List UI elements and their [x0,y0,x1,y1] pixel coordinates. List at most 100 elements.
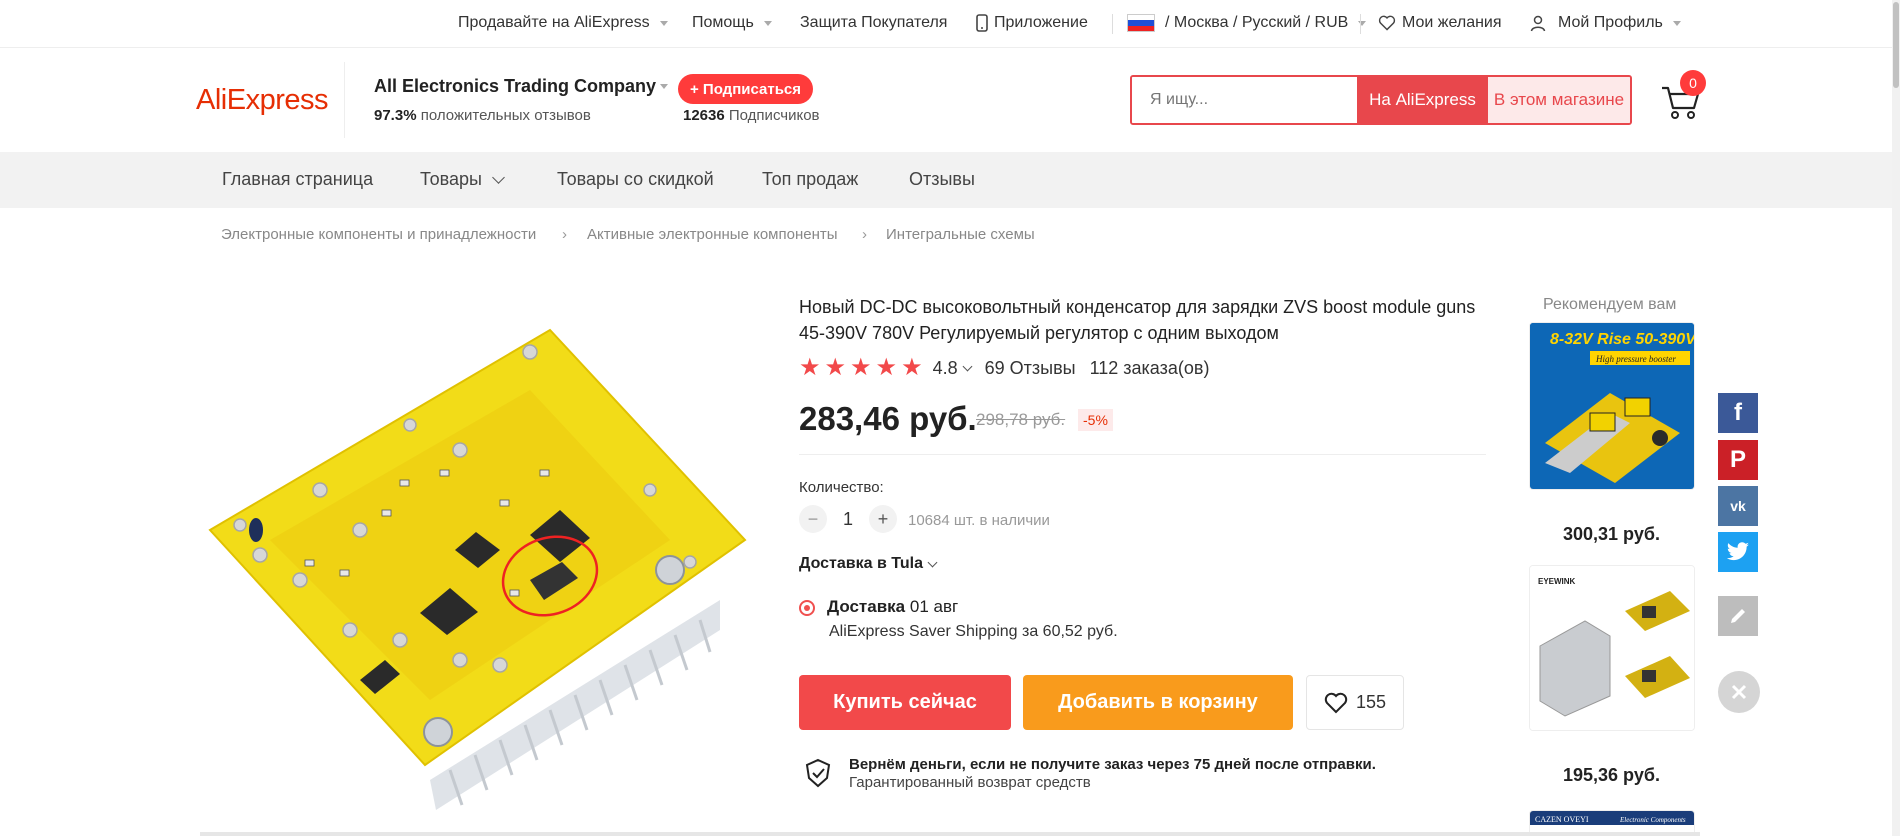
close-x-icon [1731,684,1747,700]
product-image[interactable] [200,300,750,820]
buy-now-button[interactable]: Купить сейчас [799,675,1011,730]
scrollbar[interactable] [1892,0,1900,836]
star-icon: ★ [875,354,898,381]
chevron-down-icon [660,84,669,89]
nav-reviews-label: Отзывы [909,169,975,189]
locale-label: / Москва / Русский / RUB [1165,14,1349,31]
profile-label: Мой Профиль [1558,14,1663,31]
quantity-decrease-button[interactable]: − [799,505,827,533]
star-icon: ★ [799,354,821,381]
quantity-increase-button[interactable]: + [869,505,897,533]
chevron-down-icon [927,557,938,567]
subscribers-label: Подписчиков [728,107,820,124]
recommend-title: Рекомендуем вам [1543,296,1677,313]
chevron-down-icon [492,171,505,184]
pinterest-icon[interactable]: P [1718,440,1758,480]
star-icon: ★ [824,354,847,381]
delivery-info: Доставка 01 авг [827,597,958,617]
nav-home[interactable]: Главная страница [222,169,373,190]
search-store-button[interactable]: В этом магазине [1488,77,1630,123]
scrollbar-thumb[interactable] [1893,2,1899,88]
phone-icon [976,14,988,32]
nav-reviews[interactable]: Отзывы [909,169,975,190]
wish-count: 155 [1355,692,1387,712]
star-icon: ★ [901,354,923,381]
chevron-right-icon: › [862,226,867,243]
close-icon[interactable] [1718,671,1760,713]
nav-discounts-label: Товары со скидкой [557,169,714,189]
add-to-cart-button[interactable]: Добавить в корзину [1023,675,1293,730]
divider [799,454,1486,455]
recommend-item[interactable]: EYEWINK [1529,565,1695,731]
buyer-protection-link[interactable]: Защита Покупателя [800,14,947,32]
heart-icon [1324,692,1348,713]
wishlist-link[interactable]: Мои желания [1378,14,1502,32]
subscribers-count: 12636 [683,107,725,124]
recommend-image-subtext: High pressure booster [1595,354,1676,364]
guarantee-subtext: Гарантированный возврат средств [849,774,1091,791]
nav-top-sales-label: Топ продаж [762,169,859,189]
cart-count-badge: 0 [1680,70,1706,96]
star-icon: ★ [850,354,872,381]
chevron-down-icon [763,20,772,26]
chevron-down-icon[interactable] [962,361,973,371]
orders-count: 112 заказа(ов) [1089,357,1210,378]
recommend-image-subtext: Electronic Components [1619,816,1686,824]
guarantee-text: Вернём деньги, если не получите заказ че… [849,756,1376,773]
breadcrumb-item[interactable]: Активные электронные компоненты [587,226,838,243]
product-title: Новый DC-DC высоковольтный конденсатор д… [799,297,1476,343]
recommend-item-image: 8-32V Rise 50-390V High pressure booster [1530,323,1695,489]
pencil-icon [1731,609,1745,623]
recommend-image-text: 8-32V Rise 50-390V [1550,331,1695,348]
store-rating: 97.3% положительных отзывов [374,107,591,124]
breadcrumb-item[interactable]: Электронные компоненты и принадлежности [221,226,536,243]
ship-to-selector[interactable]: Доставка в Tula [799,555,938,573]
help-label: Помощь [692,14,754,31]
rating-row: ★ ★ ★ ★ ★ 4.8 69 Отзывы 112 заказа(ов) [799,354,1209,382]
vk-icon[interactable]: vk [1718,486,1758,526]
subscribe-button[interactable]: + Подписаться [678,74,814,104]
nav-discounts[interactable]: Товары со скидкой [557,169,714,190]
recommend-item-image: EYEWINK [1530,566,1694,730]
divider [344,62,345,138]
rating-value[interactable]: 4.8 [933,358,958,379]
current-price: 283,46 руб. [799,400,977,437]
reviews-count[interactable]: 69 Отзывы [985,358,1076,379]
twitter-icon[interactable] [1718,532,1758,572]
app-label: Приложение [994,14,1088,31]
delivery-service: AliExpress Saver Shipping за 60,52 руб. [829,623,1118,640]
profile-link[interactable]: Мой Профиль [1530,14,1681,32]
nav-products-label: Товары [420,169,482,189]
locale-selector[interactable]: / Москва / Русский / RUB [1127,14,1367,32]
store-name[interactable]: All Electronics Trading Company [374,76,669,97]
positive-percent: 97.3% [374,107,417,124]
ship-to-label: Доставка в Tula [799,555,923,572]
store-header: AliExpress All Electronics Trading Compa… [0,48,1900,152]
aliexpress-logo[interactable]: AliExpress [196,84,329,117]
nav-top-sales[interactable]: Топ продаж [762,169,858,190]
chevron-down-icon [1672,20,1681,26]
twitter-bird-icon [1726,542,1749,561]
edit-icon[interactable] [1718,596,1758,636]
recommend-price: 195,36 руб. [1563,765,1660,785]
divider [1112,14,1113,34]
discount-badge: -5% [1078,409,1113,431]
positive-label: положительных отзывов [420,107,591,124]
help-link[interactable]: Помощь [692,14,772,32]
sell-on-aliexpress-link[interactable]: Продавайте на AliExpress [458,14,668,32]
breadcrumb-item[interactable]: Интегральные схемы [886,226,1035,243]
recommend-item[interactable]: 8-32V Rise 50-390V High pressure booster [1529,322,1695,490]
stock-available: 10684 шт. в наличии [908,512,1050,529]
search-aliexpress-button[interactable]: На AliExpress [1357,77,1488,123]
delivery-radio[interactable] [799,600,815,616]
quantity-value[interactable]: 1 [843,509,853,530]
app-link[interactable]: Приложение [976,14,1088,32]
wishlist-button[interactable]: 155 [1306,675,1404,730]
nav-products[interactable]: Товары [420,169,505,190]
delivery-date: 01 авг [909,597,959,616]
search-input[interactable] [1132,77,1357,123]
recommend-price: 300,31 руб. [1563,524,1660,544]
facebook-icon[interactable]: f [1718,393,1758,433]
star-rating: ★ ★ ★ ★ ★ [799,356,927,380]
search-box: На AliExpress В этом магазине [1130,75,1632,125]
